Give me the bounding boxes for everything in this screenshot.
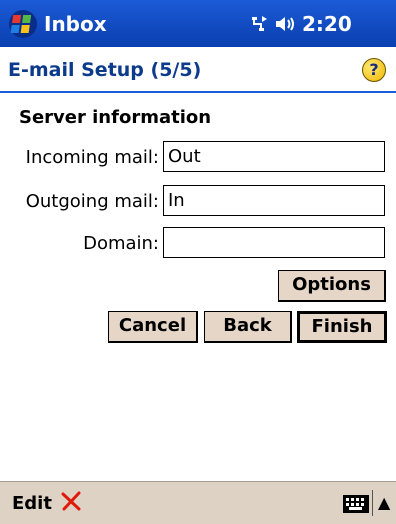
cancel-button[interactable]: Cancel (108, 311, 198, 343)
finish-button[interactable]: Finish (297, 311, 387, 343)
keyboard-icon[interactable] (343, 495, 369, 513)
edit-menu[interactable]: Edit (12, 493, 52, 514)
menubar-divider (372, 490, 373, 516)
menu-bar: Edit ▲ (0, 481, 396, 524)
delete-x-icon[interactable] (60, 490, 82, 512)
page-header: E-mail Setup (5/5) ? (0, 47, 396, 93)
outgoing-mail-input[interactable]: In (163, 185, 385, 216)
incoming-mail-label: Incoming mail: (25, 147, 159, 168)
back-button[interactable]: Back (204, 311, 292, 343)
connectivity-icon[interactable] (248, 15, 268, 33)
section-title: Server information (19, 107, 212, 128)
outgoing-mail-label: Outgoing mail: (25, 191, 159, 212)
speaker-icon[interactable] (274, 15, 296, 33)
status-area[interactable]: 2:20 (248, 12, 352, 36)
domain-label: Domain: (83, 233, 159, 254)
clock-time[interactable]: 2:20 (302, 12, 352, 36)
domain-input[interactable] (163, 227, 385, 258)
arrow-up-icon[interactable]: ▲ (378, 493, 390, 512)
options-button[interactable]: Options (278, 270, 386, 302)
windows-start-icon[interactable] (8, 9, 38, 39)
help-icon[interactable]: ? (362, 58, 386, 82)
app-title: Inbox (44, 12, 107, 36)
page-title: E-mail Setup (5/5) (8, 59, 202, 81)
title-bar: Inbox 2:20 (0, 0, 396, 47)
incoming-mail-input[interactable]: Out (163, 141, 385, 172)
